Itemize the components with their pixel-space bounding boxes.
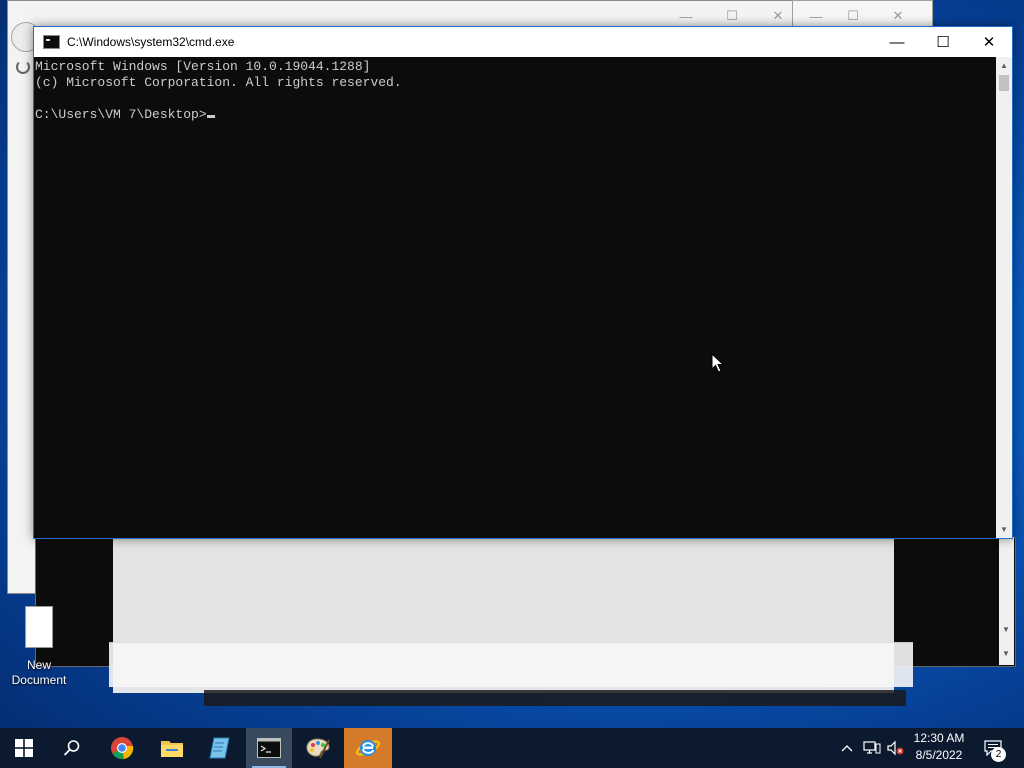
taskbar: 12:30 AM 8/5/2022 [0,728,1024,768]
taskbar-file-explorer[interactable] [148,728,196,768]
scroll-down-arrow-icon[interactable]: ▼ [1002,625,1010,634]
cmd-icon [43,35,60,49]
scroll-thumb[interactable] [999,75,1009,91]
background-cmd-scrollbar[interactable]: ▼ ▼ [999,537,1014,665]
scroll-up-arrow-icon[interactable]: ▲ [996,57,1012,74]
console-line: (c) Microsoft Corporation. All rights re… [35,75,402,90]
folder-icon [161,741,183,757]
console-output[interactable]: Microsoft Windows [Version 10.0.19044.12… [34,57,996,538]
start-button[interactable] [0,728,48,768]
text-cursor [206,115,215,118]
taskbar-internet-explorer[interactable] [344,728,392,768]
scroll-down-arrow-icon[interactable]: ▼ [996,521,1012,538]
desktop-icon-label: New Document [11,658,67,687]
taskbar-paint[interactable] [294,728,342,768]
vertical-scrollbar[interactable]: ▲ ▼ [996,57,1012,538]
text-document-icon [25,606,53,648]
mouse-pointer-icon [711,353,725,373]
tray-overflow-chevron-icon[interactable] [836,728,858,768]
search-icon [63,740,80,756]
window-title: C:\Windows\system32\cmd.exe [67,35,235,49]
search-button[interactable] [48,728,96,768]
background-paint-statusbar [109,642,913,687]
windows-logo-icon [15,739,33,757]
scroll-down-arrow-icon-2[interactable]: ▼ [1002,649,1010,658]
minimize-button[interactable]: — [874,27,920,57]
paint-palette-icon [306,738,330,759]
clock-date: 8/5/2022 [915,748,963,762]
volume-muted-icon[interactable] [884,728,906,768]
taskbar-notepad[interactable] [196,728,244,768]
taskbar-clock[interactable]: 12:30 AM 8/5/2022 [906,730,972,764]
ie-icon [355,740,381,756]
refresh-icon[interactable] [16,60,30,74]
taskbar-chrome[interactable] [98,728,146,768]
notification-count-badge: 2 [991,747,1006,762]
taskbar-cmd[interactable] [246,728,292,768]
chrome-icon [111,737,134,760]
clock-time: 12:30 AM [913,731,965,745]
desktop-icon-new-document[interactable]: New Document [4,600,74,687]
maximize-button[interactable]: ☐ [920,27,966,57]
cmd-icon [257,738,281,758]
close-button[interactable]: ✕ [966,27,1012,57]
cmd-window[interactable]: C:\Windows\system32\cmd.exe — ☐ ✕ Micros… [33,26,1013,539]
console-line: Microsoft Windows [Version 10.0.19044.12… [35,59,371,74]
console-prompt: C:\Users\VM 7\Desktop> [35,107,207,122]
background-dark-strip [204,690,906,706]
console-prompt-line: C:\Users\VM 7\Desktop> [35,107,995,123]
network-icon[interactable] [860,728,884,768]
cmd-titlebar[interactable]: C:\Windows\system32\cmd.exe — ☐ ✕ [34,27,1012,57]
notepad-icon [209,737,230,759]
